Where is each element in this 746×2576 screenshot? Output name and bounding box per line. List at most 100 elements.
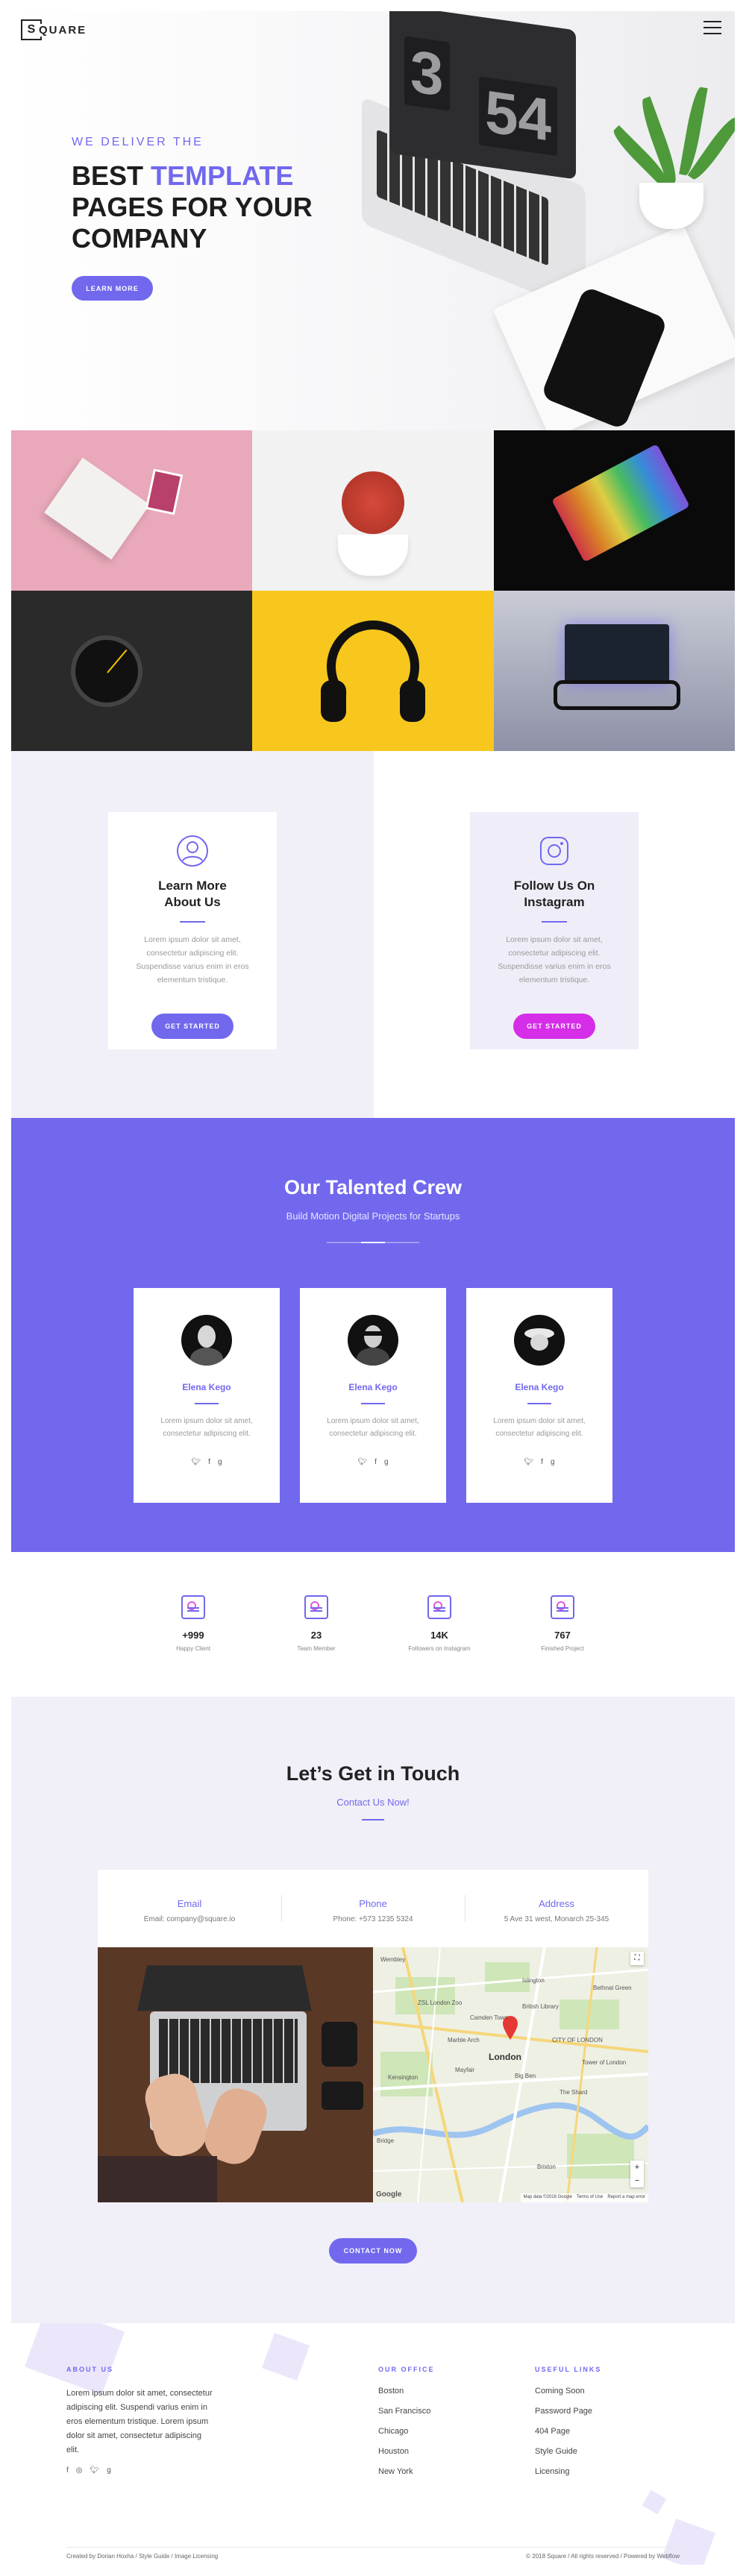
id-card-icon xyxy=(304,1595,328,1619)
stat-item: 767 Finished Project xyxy=(518,1595,607,1652)
feature-card-title: Follow Us On Instagram xyxy=(513,879,595,909)
learn-more-button[interactable]: LEARN MORE xyxy=(72,276,153,301)
logo[interactable]: S QUARE xyxy=(21,19,89,40)
member-divider xyxy=(195,1403,219,1404)
footer-about-text: Lorem ipsum dolor sit amet, consectetur … xyxy=(66,2389,213,2454)
hero-section: S QUARE 3 54 WE DELIVER THE BEST TEMPLAT… xyxy=(11,11,735,430)
map-label: Brixton xyxy=(537,2164,556,2170)
google-plus-icon[interactable]: g xyxy=(107,2466,111,2475)
gallery-image-glasses[interactable] xyxy=(493,591,735,751)
image-gallery xyxy=(11,430,735,751)
gallery-image-headphones[interactable] xyxy=(252,591,494,751)
office-item: Boston xyxy=(378,2387,404,2396)
id-card-icon xyxy=(181,1595,205,1619)
facebook-icon[interactable]: f xyxy=(66,2466,69,2475)
decorative-shape xyxy=(642,2489,667,2515)
map-label: Islington xyxy=(522,1977,545,1984)
footer-link[interactable]: Password Page xyxy=(535,2407,654,2427)
twitter-icon[interactable]: 🐦︎ xyxy=(524,1458,533,1466)
map-label: The Shard xyxy=(560,2089,588,2096)
contact-title: Let’s Get in Touch xyxy=(286,1762,460,1785)
contact-subtitle: Contact Us Now! xyxy=(336,1797,410,1808)
footer-link[interactable]: Coming Soon xyxy=(535,2387,654,2407)
office-list: Boston San Francisco Chicago Houston New… xyxy=(378,2387,498,2487)
map-label: British Library xyxy=(522,2003,559,2010)
map-label: Marble Arch xyxy=(448,2037,480,2043)
logo-text: QUARE xyxy=(37,23,89,37)
feature-card-title: Learn More About Us xyxy=(158,879,227,909)
instagram-icon[interactable]: ◎ xyxy=(76,2466,83,2475)
gallery-image-watch[interactable] xyxy=(11,591,253,751)
map-label: Tower of London xyxy=(582,2059,627,2066)
stat-value: +999 xyxy=(182,1630,204,1641)
fullscreen-icon[interactable]: ⛶ xyxy=(630,1952,644,1965)
facebook-icon[interactable]: f xyxy=(208,1458,210,1466)
office-item: New York xyxy=(378,2467,413,2476)
team-member-card: Elena Kego Lorem ipsum dolor sit amet, c… xyxy=(300,1288,446,1503)
contact-now-button[interactable]: CONTACT NOW xyxy=(329,2238,417,2264)
office-item: Houston xyxy=(378,2447,409,2456)
get-started-button[interactable]: GET STARTED xyxy=(513,1014,595,1039)
info-value[interactable]: Email: company@square.io xyxy=(98,1915,281,1923)
twitter-icon[interactable]: 🐦︎ xyxy=(357,1458,367,1466)
hero-title-part: BEST xyxy=(72,160,151,191)
footer-credit[interactable]: Created by Dorian Hoxha / Style Guide / … xyxy=(66,2553,218,2560)
hamburger-menu-icon[interactable] xyxy=(703,21,721,34)
crew-title: Our Talented Crew xyxy=(283,1176,463,1199)
facebook-icon[interactable]: f xyxy=(541,1458,543,1466)
member-bio: Lorem ipsum dolor sit amet, consectetur … xyxy=(493,1417,586,1438)
zoom-in-button[interactable]: + xyxy=(630,2161,644,2174)
office-item: San Francisco xyxy=(378,2407,431,2416)
terms-link[interactable]: Terms of Use xyxy=(577,2195,603,2201)
map-label: Bethnal Green xyxy=(593,1985,632,1991)
member-name: Elena Kego xyxy=(348,1382,398,1392)
avatar xyxy=(514,1315,565,1366)
member-social-links: 🐦︎ f g xyxy=(134,1458,280,1466)
report-error-link[interactable]: Report a map error xyxy=(607,2195,645,2201)
facebook-icon[interactable]: f xyxy=(374,1458,377,1466)
google-logo: Google xyxy=(376,2190,402,2199)
gallery-image-cactus[interactable] xyxy=(252,430,494,591)
map-label: Wembley xyxy=(380,1956,406,1963)
footer-social-links: f ◎ 🐦︎ g xyxy=(66,2466,216,2475)
footer-link[interactable]: Style Guide xyxy=(535,2447,654,2467)
map-label: Big Ben xyxy=(515,2073,536,2079)
member-bio: Lorem ipsum dolor sit amet, consectetur … xyxy=(327,1417,419,1438)
get-started-button[interactable]: GET STARTED xyxy=(151,1014,233,1039)
twitter-icon[interactable]: 🐦︎ xyxy=(191,1458,201,1466)
footer-link[interactable]: 404 Page xyxy=(535,2427,654,2447)
info-value[interactable]: Phone: +573 1235 5324 xyxy=(281,1915,465,1923)
map-attribution: Map data ©2018 Google Terms of Use Repor… xyxy=(520,2193,648,2202)
footer-heading: ABOUT US xyxy=(66,2366,113,2373)
member-divider xyxy=(527,1403,551,1404)
crew-divider xyxy=(327,1242,419,1243)
card-divider xyxy=(542,921,567,923)
info-label: Phone xyxy=(359,1898,387,1909)
footer-heading: USEFUL LINKS xyxy=(535,2366,602,2373)
plant-pot-illustration xyxy=(639,183,703,229)
footer-divider xyxy=(66,2547,680,2548)
stat-label: Followers on Instagram xyxy=(408,1645,471,1652)
google-plus-icon[interactable]: g xyxy=(551,1458,555,1466)
google-plus-icon[interactable]: g xyxy=(218,1458,222,1466)
laptop-digit: 54 xyxy=(479,76,557,157)
stat-item: +999 Happy Client xyxy=(148,1595,238,1652)
google-plus-icon[interactable]: g xyxy=(384,1458,389,1466)
stat-value: 23 xyxy=(310,1630,322,1641)
features-section: Learn More About Us Lorem ipsum dolor si… xyxy=(11,751,735,1118)
zoom-out-button[interactable]: − xyxy=(630,2174,644,2187)
gallery-image-notebook[interactable] xyxy=(11,430,253,591)
instagram-icon xyxy=(538,835,571,867)
footer-link[interactable]: Licensing xyxy=(535,2467,654,2487)
contact-section: Let’s Get in Touch Contact Us Now! Email… xyxy=(11,1697,735,2323)
gallery-image-keyboard[interactable] xyxy=(493,430,735,591)
member-social-links: 🐦︎ f g xyxy=(466,1458,612,1466)
stat-label: Team Member xyxy=(297,1645,336,1652)
google-map[interactable]: London British Library Marble Arch Mayfa… xyxy=(373,1947,648,2202)
map-data-text: Map data ©2018 Google xyxy=(523,2195,572,2199)
contact-phone: Phone Phone: +573 1235 5324 xyxy=(281,1870,465,1947)
member-name: Elena Kego xyxy=(182,1382,231,1392)
id-card-icon xyxy=(551,1595,574,1619)
map-label: CITY OF LONDON xyxy=(552,2037,603,2043)
twitter-icon[interactable]: 🐦︎ xyxy=(90,2466,100,2475)
